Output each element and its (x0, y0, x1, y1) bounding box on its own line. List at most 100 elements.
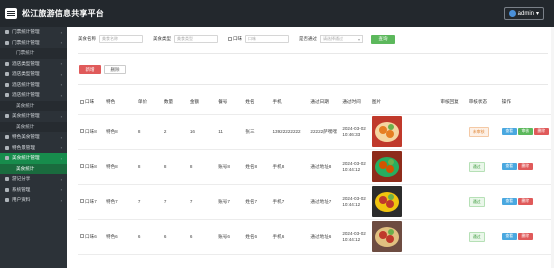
sidebar-item-label: 门票统计管理 (12, 39, 40, 45)
id-label: 口味 (233, 36, 242, 41)
view-button[interactable]: 查看 (501, 128, 517, 135)
sidebar-item-label: 美食统计 (16, 102, 35, 108)
table-cell: 特色8 (103, 149, 136, 185)
data-table: 口味 特色 单价 数量 金额 餐号 姓名 手机 通过日期 通过时间 图片 审核回复 审核状态 操作 口味8… (78, 90, 553, 255)
table-row[interactable]: 口味8 特色8 8 2 16 11 张三 13922222222 22222萨嘿嘿 2024-03… (78, 114, 553, 150)
sidebar-item[interactable]: 美食统计 (0, 100, 67, 111)
chevron-right-icon: › (60, 187, 62, 193)
view-button[interactable]: 查看 (501, 198, 517, 205)
sidebar-item-label: 酒店类型管理 (12, 71, 40, 77)
table-cell: 8 (135, 114, 162, 150)
delete-row-button[interactable]: 删除 (533, 128, 549, 135)
review-reply (438, 149, 467, 185)
sidebar-item[interactable]: 酒店统计管理 › (0, 90, 67, 101)
table-cell: 16 (187, 114, 217, 150)
view-button[interactable]: 查看 (501, 233, 517, 240)
food-image (369, 149, 439, 185)
column-header: 金额 (187, 90, 217, 115)
status-select[interactable]: 请选择通过 ▾ (320, 35, 363, 43)
sidebar-item[interactable]: 酒店类型管理 › (0, 59, 67, 70)
column-header: 操作 (499, 90, 553, 115)
menu-item-icon (5, 72, 9, 77)
sidebar-item[interactable]: 系统管理 › (0, 185, 67, 196)
menu-item-icon (5, 135, 9, 140)
column-header: 口味 (78, 90, 104, 115)
actions-cell: 查看 审核 删除 (499, 114, 553, 150)
main-content: 美食名称 美食名称 美食类型 美食类型 口味 口味 是否通过 请选择通过 ▾ 查询… (67, 27, 554, 268)
chevron-right-icon: › (60, 134, 62, 140)
row-checkbox[interactable] (80, 129, 84, 134)
id-input[interactable]: 口味 (245, 35, 289, 43)
sidebar-item[interactable]: 门票统计管理 › (0, 38, 67, 49)
delete-button[interactable]: 删除 (104, 65, 126, 74)
sidebar: 门票统计管理 › 门票统计管理 › 门票统计 酒店类型管理 › 酒店类型管理 › 酒店统计管理 › 酒… (0, 27, 67, 268)
menu-item-icon (5, 145, 9, 150)
sidebar-item-label: 特色美食管理 (12, 134, 40, 140)
table-cell: 6 (135, 219, 162, 255)
table-cell: 手机6 (270, 219, 309, 255)
table-row[interactable]: 口味7 特色7 7 7 7 账号7 姓名7 手机7 通过地址7 2024-03-02 10:44:… (78, 184, 553, 220)
table-cell: 口味7 (78, 184, 104, 220)
top-bar: 松江旅游信息共享平台 admin ▾ (0, 0, 554, 27)
sidebar-item[interactable]: 门票统计 (0, 48, 67, 59)
table-cell: 通过地址8 (308, 149, 341, 185)
sidebar-item[interactable]: 美食统计管理 › (0, 153, 67, 164)
view-button[interactable]: 查看 (501, 163, 517, 170)
column-header: 通过日期 (308, 90, 341, 115)
menu-icon[interactable] (5, 8, 17, 19)
menu-item-icon (5, 177, 9, 182)
row-checkbox[interactable] (80, 164, 84, 169)
sidebar-item[interactable]: 酒店统计管理 › (0, 80, 67, 91)
search-button[interactable]: 查询 (371, 34, 395, 44)
user-menu[interactable]: admin ▾ (503, 7, 544, 20)
table-cell: 2024-03-02 10:44:12 (340, 149, 370, 185)
name-label: 美食名称 (78, 36, 96, 41)
sidebar-item-label: 门票统计 (16, 50, 35, 56)
avatar (508, 10, 516, 17)
search-bar: 美食名称 美食名称 美食类型 美食类型 口味 口味 是否通过 请选择通过 ▾ 查询 (78, 34, 395, 44)
status-cell: 通过 (466, 149, 500, 185)
sidebar-item[interactable]: 酒店类型管理 › (0, 69, 67, 80)
sidebar-item[interactable]: 门票统计管理 › (0, 27, 67, 38)
delete-row-button[interactable]: 删除 (517, 163, 533, 170)
sidebar-item[interactable]: 美食统计 (0, 163, 67, 174)
type-input[interactable]: 美食类型 (174, 35, 218, 43)
sidebar-item[interactable]: 美食统计 (0, 121, 67, 132)
actions-cell: 查看 删除 (499, 219, 553, 255)
sidebar-item[interactable]: 特色美食管理 › (0, 132, 67, 143)
column-header: 餐号 (216, 90, 244, 115)
table-row[interactable]: 口味8 特色8 8 8 8 账号8 姓名8 手机8 通过地址8 2024-03-02 10:44:… (78, 149, 553, 185)
menu-item-icon (5, 82, 9, 87)
name-input[interactable]: 美食名称 (99, 35, 143, 43)
table-row[interactable]: 口味6 特色6 6 6 6 账号6 姓名6 手机6 通过地址6 2024-03-02 10:44:… (78, 219, 553, 255)
sidebar-item[interactable]: 游记分享 › (0, 174, 67, 185)
table-cell: 通过地址7 (308, 184, 341, 220)
table-cell: 特色6 (103, 219, 136, 255)
app-title: 松江旅游信息共享平台 (22, 9, 104, 18)
row-checkbox[interactable] (80, 234, 84, 239)
review-button[interactable]: 审核 (517, 128, 533, 135)
sidebar-item[interactable]: 用户资料 › (0, 195, 67, 206)
id-checkbox[interactable] (228, 37, 232, 41)
sidebar-item[interactable]: 特色景管理 › (0, 143, 67, 154)
table-cell: 通过地址6 (308, 219, 341, 255)
menu-item-icon (5, 30, 9, 35)
menu-item-icon (5, 61, 9, 66)
column-header: 审核状态 (466, 90, 500, 115)
delete-row-button[interactable]: 删除 (517, 198, 533, 205)
table-cell: 2024-03-02 10:44:12 (340, 219, 370, 255)
food-image (369, 219, 439, 255)
select-all-checkbox[interactable] (80, 99, 84, 104)
sidebar-item-label: 系统管理 (12, 186, 31, 192)
row-checkbox[interactable] (80, 199, 84, 204)
table-cell: 6 (187, 219, 217, 255)
delete-row-button[interactable]: 删除 (517, 233, 533, 240)
column-header: 通过时间 (340, 90, 370, 115)
sidebar-item-label: 美食统计管理 (12, 155, 40, 161)
sidebar-item[interactable]: 美食统计管理 › (0, 111, 67, 122)
add-button[interactable]: 新增 (79, 65, 101, 74)
chevron-right-icon: › (60, 155, 62, 161)
status-cell: 未审核 (466, 114, 500, 150)
table-cell: 账号8 (216, 149, 244, 185)
table-cell: 手机8 (270, 149, 309, 185)
